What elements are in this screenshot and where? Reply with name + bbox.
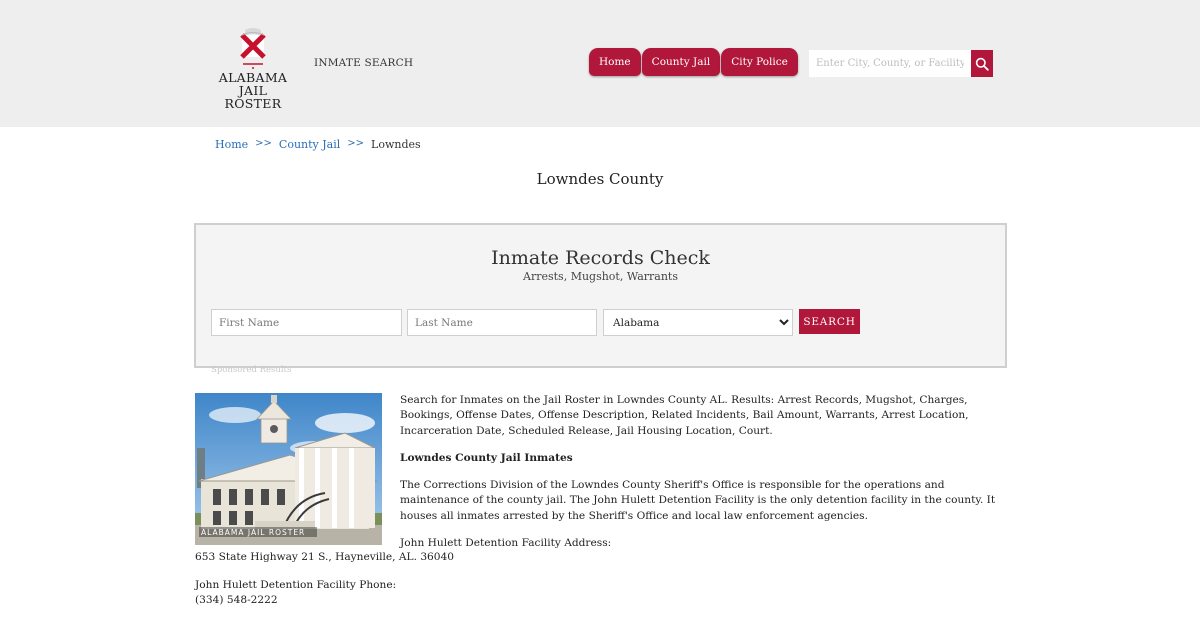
- facility-address-label: John Hulett Detention Facility Address:: [400, 537, 612, 549]
- nav-tab-county-jail[interactable]: County Jail: [641, 48, 721, 76]
- breadcrumb: Home >> County Jail >> Lowndes: [215, 138, 421, 151]
- photo-watermark: ALABAMA JAIL ROSTER: [201, 528, 306, 537]
- logo-text: ALABAMA JAIL ROSTER: [212, 71, 294, 110]
- breadcrumb-separator: >>: [255, 138, 272, 149]
- alabama-flag-icon: [240, 28, 266, 69]
- inmate-records-panel: Inmate Records Check Arrests, Mugshot, W…: [194, 223, 1007, 368]
- intro-paragraph: Search for Inmates on the Jail Roster in…: [400, 394, 969, 437]
- breadcrumb-separator: >>: [347, 138, 365, 149]
- records-check-title: Inmate Records Check: [491, 247, 710, 269]
- sponsored-results-label: Sponsored Results: [211, 365, 292, 375]
- breadcrumb-home[interactable]: Home: [215, 138, 248, 151]
- search-icon: [975, 57, 989, 71]
- nav-tab-city-police[interactable]: City Police: [721, 48, 798, 76]
- courthouse-illustration: [195, 393, 382, 545]
- breadcrumb-current: Lowndes: [371, 138, 421, 151]
- records-check-subtitle: Arrests, Mugshot, Warrants: [523, 270, 678, 283]
- page-title: Lowndes County: [536, 170, 664, 188]
- breadcrumb-county-jail[interactable]: County Jail: [279, 138, 340, 151]
- site-logo[interactable]: ALABAMA JAIL ROSTER: [212, 26, 294, 110]
- facility-phone[interactable]: (334) 548-2222: [195, 594, 278, 606]
- main-nav: Home County Jail City Police: [589, 48, 799, 76]
- courthouse-photo: ALABAMA JAIL ROSTER: [195, 393, 382, 545]
- inmate-search-link[interactable]: INMATE SEARCH: [314, 57, 413, 69]
- facility-search-input[interactable]: [809, 50, 971, 77]
- facility-address: 653 State Highway 21 S., Hayneville, AL.…: [195, 551, 455, 563]
- facility-phone-label: John Hulett Detention Facility Phone:: [195, 579, 397, 591]
- nav-tab-home[interactable]: Home: [589, 48, 641, 76]
- state-select[interactable]: Alabama: [603, 309, 793, 336]
- logo-line-2: JAIL ROSTER: [224, 83, 282, 111]
- facility-search-button[interactable]: [971, 50, 993, 77]
- last-name-input[interactable]: [407, 309, 597, 336]
- records-search-button[interactable]: SEARCH: [799, 309, 860, 334]
- first-name-input[interactable]: [211, 309, 402, 336]
- site-header: ALABAMA JAIL ROSTER INMATE SEARCH Home C…: [0, 0, 1200, 127]
- jail-inmates-heading: Lowndes County Jail Inmates: [400, 452, 573, 464]
- corrections-description: The Corrections Division of the Lowndes …: [400, 479, 996, 522]
